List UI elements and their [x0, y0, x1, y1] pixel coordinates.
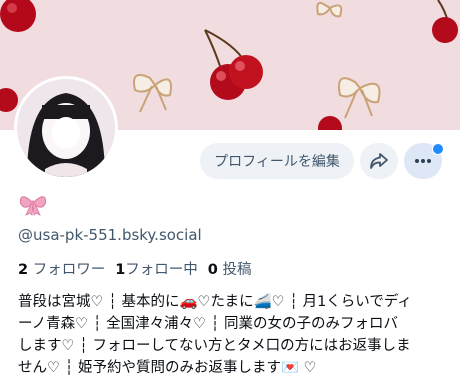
more-dots-icon — [415, 159, 431, 163]
followers-count: 2 — [18, 262, 29, 278]
profile-bio: 普段は宮城♡ ┆ 基本的に🚗♡たまに🚄♡ ┆ 月1くらいでディ ーノ青森♡ ┆ … — [18, 291, 448, 379]
share-icon — [370, 153, 388, 169]
avatar-image — [17, 79, 115, 177]
posts-count: 0 — [207, 262, 218, 278]
display-name — [18, 192, 48, 220]
following-label: フォロー中 — [125, 262, 198, 278]
profile-avatar[interactable] — [14, 76, 118, 180]
posts-label: 投稿 — [222, 262, 252, 278]
posts-stat: 0 投稿 — [208, 258, 252, 279]
ribbon-icon — [19, 196, 47, 216]
profile-stats: 2 フォロワー 1フォロー中 0 投稿 — [18, 258, 262, 279]
bio-line: 普段は宮城♡ ┆ 基本的に🚗♡たまに🚄♡ ┆ 月1くらいでディ — [18, 294, 412, 310]
edit-profile-label: プロフィールを編集 — [214, 154, 340, 170]
share-button[interactable] — [360, 143, 398, 179]
followers-stat[interactable]: 2 フォロワー — [18, 258, 105, 279]
followers-label: フォロワー — [32, 262, 106, 278]
profile-handle: @usa-pk-551.bsky.social — [18, 226, 202, 244]
bio-line: ーノ青森♡ ┆ 全国津々浦々♡ ┆ 同業の女の子のみフォロバ — [18, 316, 399, 332]
edit-profile-button[interactable]: プロフィールを編集 — [200, 143, 354, 179]
following-count: 1 — [115, 262, 126, 278]
bio-line: します♡ ┆ フォローしてない方とタメ口の方にはお返事しま — [18, 338, 411, 354]
following-stat[interactable]: 1フォロー中 — [115, 258, 198, 279]
bio-line: せん♡ ┆ 姫予約や質問のみお返事します💌 ♡ — [18, 360, 317, 376]
notification-dot — [432, 143, 444, 155]
